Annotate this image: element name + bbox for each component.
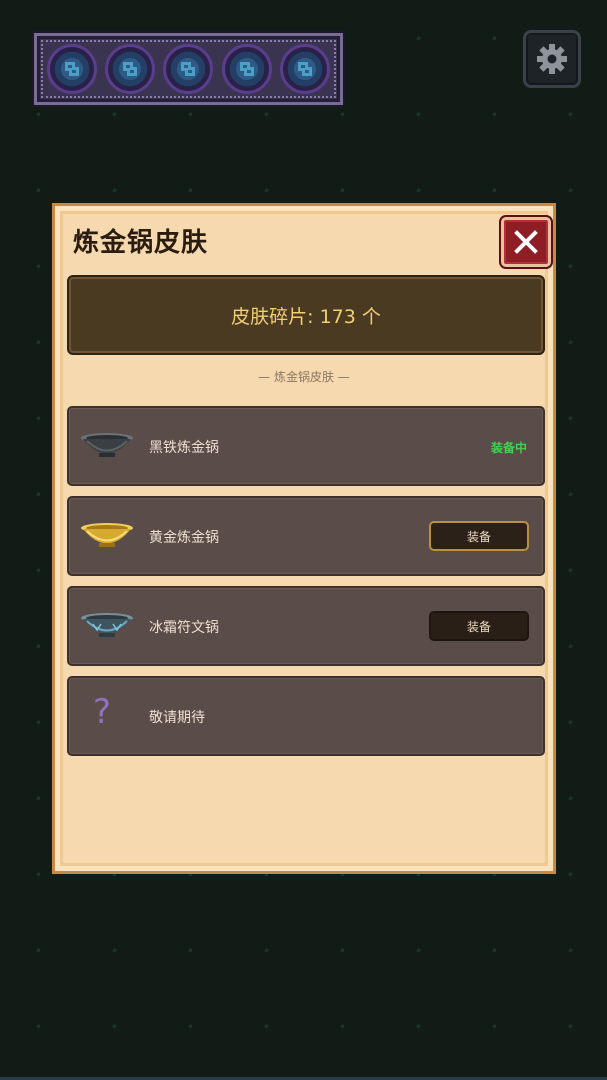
question-mark-icon: ? (93, 692, 112, 732)
rune-swirl-icon (163, 44, 214, 94)
close-x-icon (514, 230, 538, 254)
cauldron-skin-modal: 炼金锅皮肤 皮肤碎片: 173 个 — 炼金锅皮肤 — 黑铁炼金锅 装备中 黄金… (52, 203, 556, 874)
skin-item-coming-soon: ? 敬请期待 (67, 676, 545, 756)
gold-cauldron-icon (79, 516, 135, 556)
gear-icon (537, 44, 567, 74)
black-iron-cauldron-icon (79, 426, 135, 466)
equip-button[interactable]: 装备 (429, 611, 529, 641)
skin-name: 冰霜符文锅 (149, 620, 219, 636)
close-button[interactable] (501, 217, 551, 267)
modal-title: 炼金锅皮肤 (73, 228, 209, 258)
skin-item-gold[interactable]: 黄金炼金锅 装备 (67, 496, 545, 576)
settings-button[interactable] (523, 30, 581, 88)
rune-bar (34, 33, 343, 105)
section-label: — 炼金锅皮肤 — (258, 370, 350, 384)
skin-item-black-iron[interactable]: 黑铁炼金锅 装备中 (67, 406, 545, 486)
rune-swirl-icon (221, 44, 272, 94)
equip-button[interactable]: 装备 (429, 521, 529, 551)
equipped-status: 装备中 (490, 441, 527, 455)
skin-name: 敬请期待 (149, 710, 205, 726)
skin-shards-panel: 皮肤碎片: 173 个 (67, 275, 545, 355)
frost-rune-cauldron-icon (79, 606, 135, 646)
skin-shards-count: 皮肤碎片: 173 个 (231, 305, 381, 328)
rune-swirl-icon (279, 44, 330, 94)
rune-swirl-icon (47, 44, 98, 94)
skin-name: 黑铁炼金锅 (149, 440, 219, 456)
skin-item-frost-rune[interactable]: 冰霜符文锅 装备 (67, 586, 545, 666)
rune-swirl-icon (105, 44, 156, 94)
skin-name: 黄金炼金锅 (149, 530, 219, 546)
